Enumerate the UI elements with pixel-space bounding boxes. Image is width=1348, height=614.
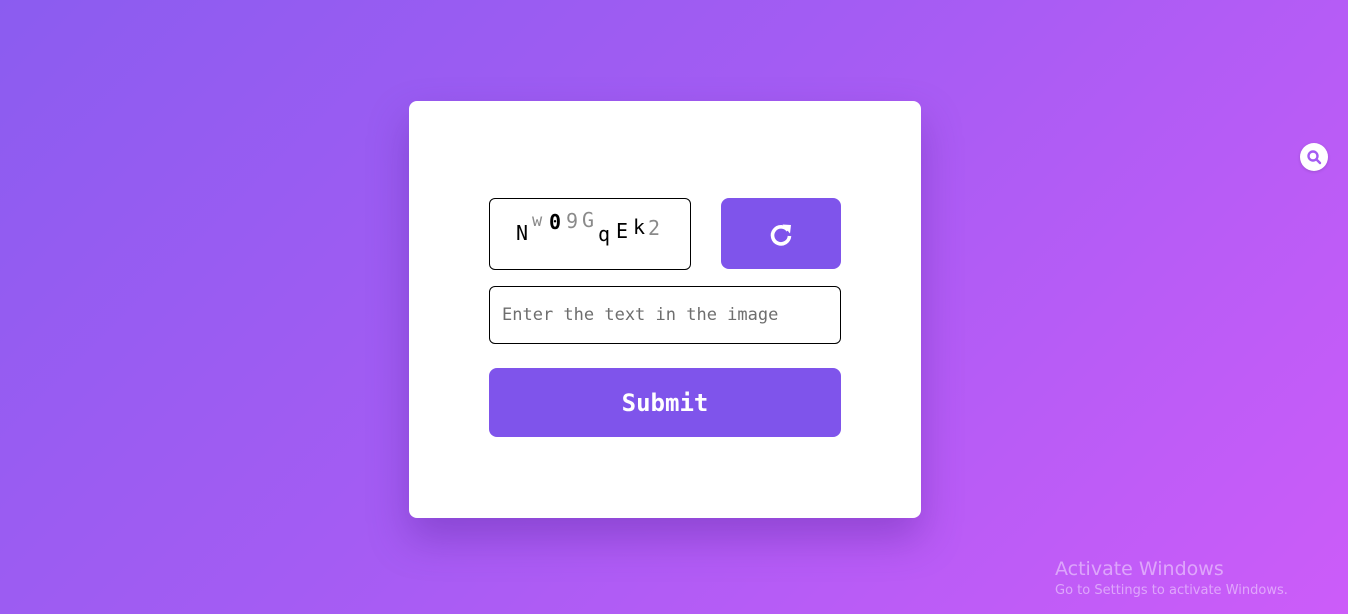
captcha-char: E [616, 219, 629, 243]
watermark-subtitle: Go to Settings to activate Windows. [1055, 583, 1288, 598]
refresh-icon [770, 224, 792, 246]
submit-button[interactable]: Submit [489, 368, 841, 437]
refresh-captcha-button[interactable] [721, 198, 841, 269]
captcha-image: N w 0 9 G q E k 2 [489, 198, 691, 270]
captcha-char: N [516, 221, 529, 245]
captcha-char: 9 [566, 209, 579, 233]
search-icon [1307, 150, 1322, 165]
extension-search-icon[interactable] [1300, 143, 1328, 171]
activation-watermark: Activate Windows Go to Settings to activ… [1055, 558, 1288, 600]
captcha-char: k [633, 215, 646, 239]
captcha-text-input[interactable] [489, 286, 841, 344]
captcha-char: q [598, 222, 611, 246]
captcha-char: 0 [549, 210, 562, 234]
captcha-char: w [532, 211, 543, 231]
captcha-card: N w 0 9 G q E k 2 Submit [409, 101, 921, 518]
watermark-title: Activate Windows [1055, 558, 1224, 580]
captcha-char: 2 [648, 216, 661, 240]
captcha-char: G [582, 208, 595, 232]
